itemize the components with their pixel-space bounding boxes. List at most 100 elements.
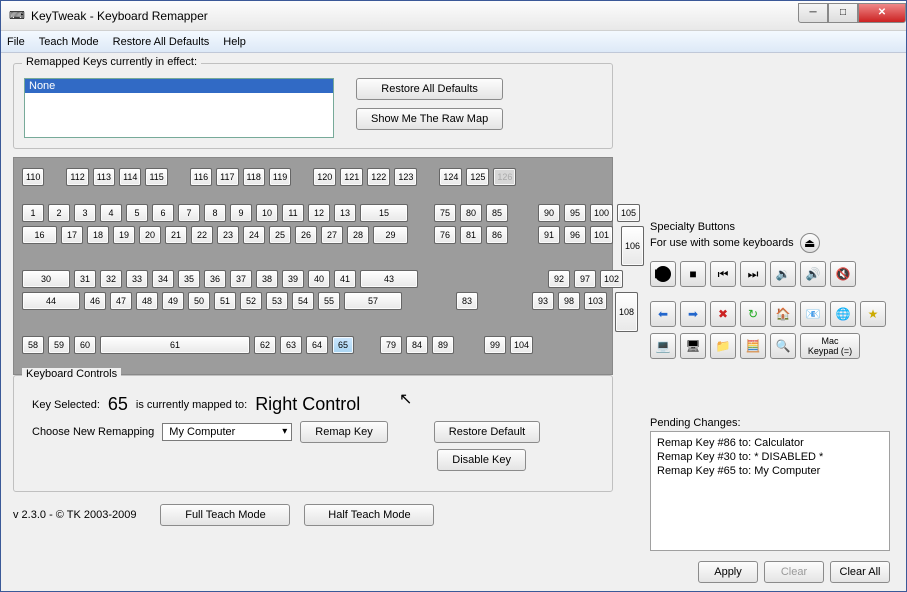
key-99[interactable]: 99 (484, 336, 506, 354)
key-59[interactable]: 59 (48, 336, 70, 354)
key-41[interactable]: 41 (334, 270, 356, 288)
key-97[interactable]: 97 (574, 270, 596, 288)
refresh-icon[interactable]: ↻ (740, 301, 766, 327)
disable-key-button[interactable]: Disable Key (437, 449, 526, 471)
key-33[interactable]: 33 (126, 270, 148, 288)
stop-icon[interactable]: ■ (680, 261, 706, 287)
key-55[interactable]: 55 (318, 292, 340, 310)
key-26[interactable]: 26 (295, 226, 317, 244)
key-79[interactable]: 79 (380, 336, 402, 354)
key-112[interactable]: 112 (66, 168, 88, 186)
key-96[interactable]: 96 (564, 226, 586, 244)
key-35[interactable]: 35 (178, 270, 200, 288)
favorites-icon[interactable]: ★ (860, 301, 886, 327)
forward-icon[interactable]: ➡ (680, 301, 706, 327)
key-7[interactable]: 7 (178, 204, 200, 222)
close-button[interactable]: ✕ (858, 3, 906, 23)
key-44[interactable]: 44 (22, 292, 80, 310)
remapped-none-item[interactable]: None (25, 79, 333, 93)
key-47[interactable]: 47 (110, 292, 132, 310)
key-1[interactable]: 1 (22, 204, 44, 222)
key-51[interactable]: 51 (214, 292, 236, 310)
key-17[interactable]: 17 (61, 226, 83, 244)
key-121[interactable]: 121 (340, 168, 363, 186)
back-icon[interactable]: ⬅ (650, 301, 676, 327)
remapped-list[interactable]: None (24, 78, 334, 138)
maximize-button[interactable]: □ (828, 3, 858, 23)
key-23[interactable]: 23 (217, 226, 239, 244)
pending-list[interactable]: Remap Key #86 to: Calculator Remap Key #… (650, 431, 890, 551)
key-101[interactable]: 101 (590, 226, 613, 244)
key-27[interactable]: 27 (321, 226, 343, 244)
play-icon[interactable]: ▶ (650, 261, 676, 287)
key-106[interactable]: 106 (621, 226, 644, 266)
key-37[interactable]: 37 (230, 270, 252, 288)
key-50[interactable]: 50 (188, 292, 210, 310)
key-4[interactable]: 4 (100, 204, 122, 222)
vol-up-icon[interactable]: 🔊 (800, 261, 826, 287)
mail-icon[interactable]: 📧 (800, 301, 826, 327)
pending-item[interactable]: Remap Key #86 to: Calculator (657, 436, 883, 450)
key-75[interactable]: 75 (434, 204, 456, 222)
key-120[interactable]: 120 (313, 168, 336, 186)
key-102[interactable]: 102 (600, 270, 623, 288)
key-61[interactable]: 61 (100, 336, 250, 354)
next-icon[interactable]: ⏭ (740, 261, 766, 287)
mac-keypad-button[interactable]: MacKeypad (=) (800, 333, 860, 359)
key-48[interactable]: 48 (136, 292, 158, 310)
show-raw-map-button[interactable]: Show Me The Raw Map (356, 108, 503, 130)
key-57[interactable]: 57 (344, 292, 402, 310)
search-icon[interactable]: 🔍 (770, 333, 796, 359)
key-60[interactable]: 60 (74, 336, 96, 354)
key-118[interactable]: 118 (243, 168, 265, 186)
key-85[interactable]: 85 (486, 204, 508, 222)
key-25[interactable]: 25 (269, 226, 291, 244)
key-95[interactable]: 95 (564, 204, 586, 222)
key-12[interactable]: 12 (308, 204, 330, 222)
key-80[interactable]: 80 (460, 204, 482, 222)
menu-teach-mode[interactable]: Teach Mode (39, 36, 99, 48)
key-54[interactable]: 54 (292, 292, 314, 310)
restore-default-button[interactable]: Restore Default (434, 421, 540, 443)
key-124[interactable]: 124 (439, 168, 462, 186)
key-81[interactable]: 81 (460, 226, 482, 244)
key-6[interactable]: 6 (152, 204, 174, 222)
key-104[interactable]: 104 (510, 336, 533, 354)
key-24[interactable]: 24 (243, 226, 265, 244)
eject-icon[interactable]: ⏏ (800, 233, 820, 253)
key-22[interactable]: 22 (191, 226, 213, 244)
mute-icon[interactable]: 🔇 (830, 261, 856, 287)
key-29[interactable]: 29 (373, 226, 408, 244)
key-15[interactable]: 15 (360, 204, 408, 222)
pending-item[interactable]: Remap Key #65 to: My Computer (657, 464, 883, 478)
key-36[interactable]: 36 (204, 270, 226, 288)
key-103[interactable]: 103 (584, 292, 607, 310)
key-52[interactable]: 52 (240, 292, 262, 310)
pending-item[interactable]: Remap Key #30 to: * DISABLED * (657, 450, 883, 464)
key-108[interactable]: 108 (615, 292, 638, 332)
key-65[interactable]: 65 (332, 336, 354, 354)
minimize-button[interactable]: ─ (798, 3, 828, 23)
full-teach-mode-button[interactable]: Full Teach Mode (160, 504, 290, 526)
menu-file[interactable]: File (7, 36, 25, 48)
key-9[interactable]: 9 (230, 204, 252, 222)
key-126[interactable]: 126 (493, 168, 516, 186)
key-16[interactable]: 16 (22, 226, 57, 244)
clear-button[interactable]: Clear (764, 561, 824, 583)
key-116[interactable]: 116 (190, 168, 212, 186)
key-64[interactable]: 64 (306, 336, 328, 354)
menu-restore-defaults[interactable]: Restore All Defaults (113, 36, 210, 48)
clear-all-button[interactable]: Clear All (830, 561, 890, 583)
vol-down-icon[interactable]: 🔉 (770, 261, 796, 287)
key-8[interactable]: 8 (204, 204, 226, 222)
key-113[interactable]: 113 (93, 168, 115, 186)
key-13[interactable]: 13 (334, 204, 356, 222)
key-30[interactable]: 30 (22, 270, 70, 288)
desktop-icon[interactable]: 🖥 (680, 333, 706, 359)
key-119[interactable]: 119 (269, 168, 291, 186)
key-43[interactable]: 43 (360, 270, 418, 288)
home-icon[interactable]: 🏠 (770, 301, 796, 327)
restore-all-defaults-button[interactable]: Restore All Defaults (356, 78, 503, 100)
remapping-dropdown[interactable]: My Computer (162, 423, 292, 441)
key-58[interactable]: 58 (22, 336, 44, 354)
